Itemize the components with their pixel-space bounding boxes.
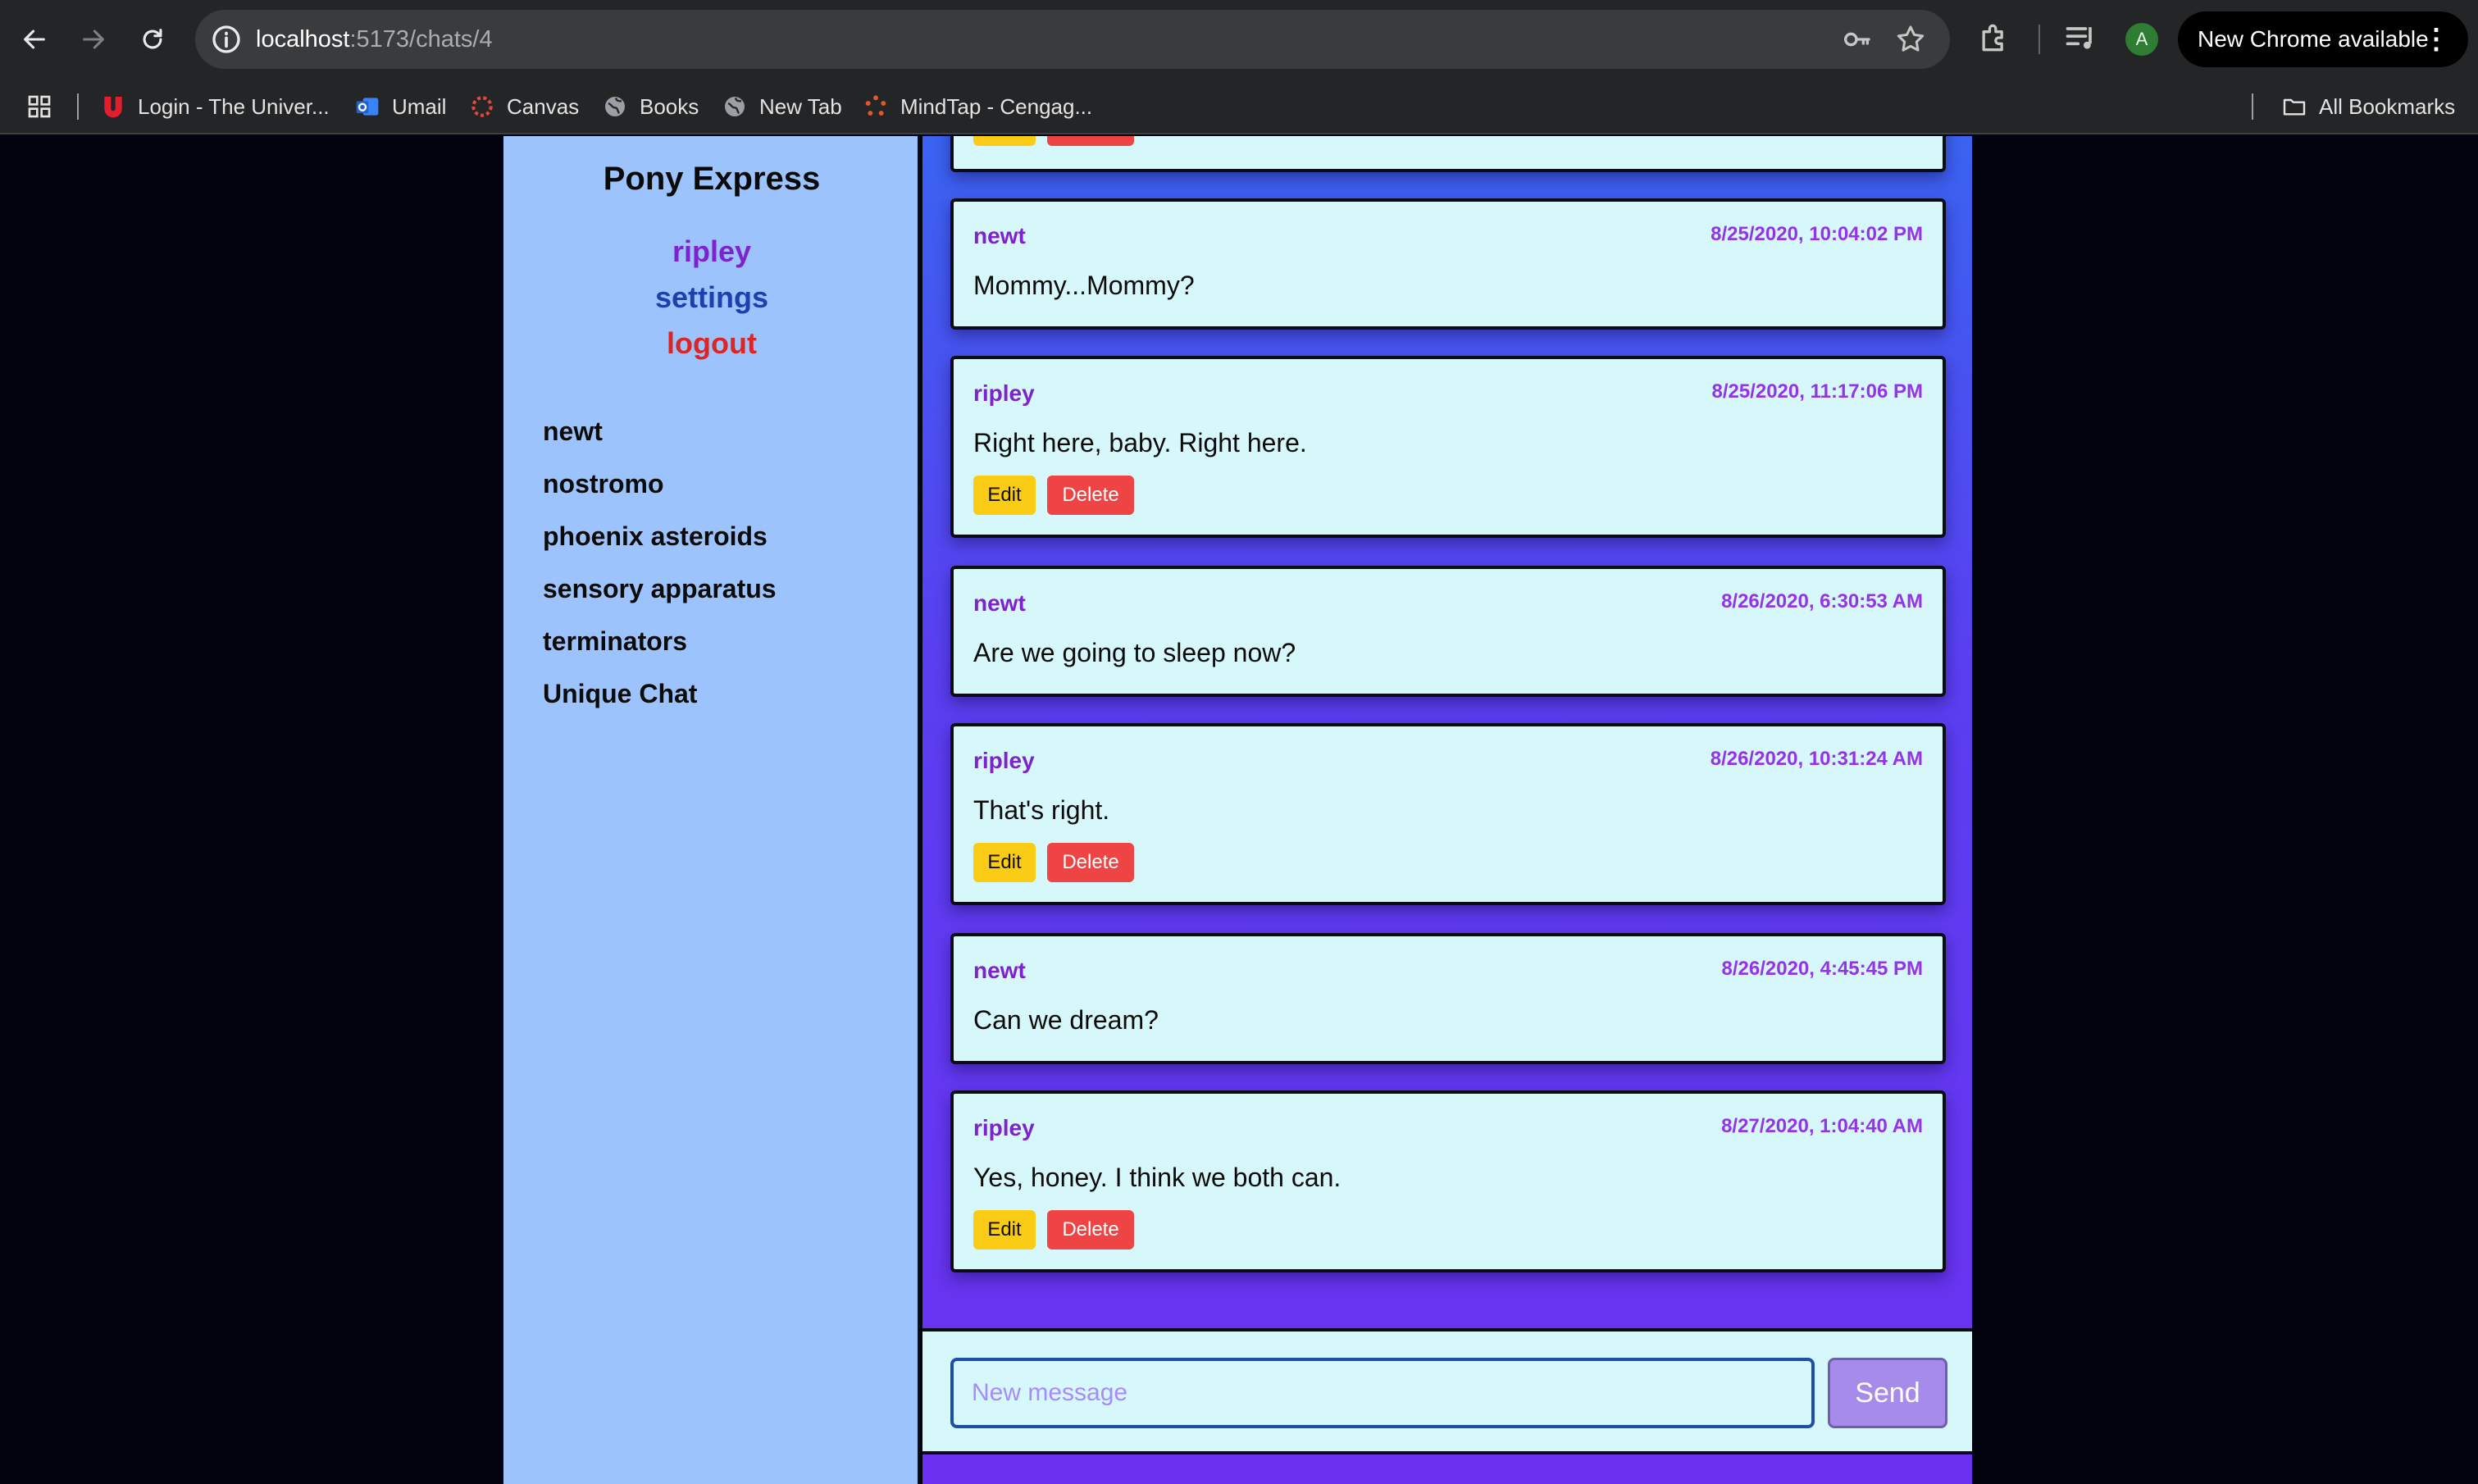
password-key-icon[interactable] [1840,23,1873,56]
delete-button[interactable]: Delete [1047,476,1134,515]
message-text: Mommy...Mommy? [973,271,1195,300]
edit-button[interactable]: Edit [973,843,1036,882]
url-host: localhost [256,26,350,52]
chat-list: newt nostromo phoenix asteroids sensory … [543,405,777,720]
university-logo-icon [100,93,126,120]
all-bookmarks-button[interactable]: All Bookmarks [2281,79,2455,134]
message-text: Right here, baby. Right here. [973,428,1307,457]
message-text: That's right. [973,795,1110,825]
settings-link[interactable]: settings [503,280,920,315]
bookmark-label: Login - The Univer... [138,93,330,119]
message-card: newt 8/25/2020, 10:04:02 PM Mommy...Momm… [950,198,1946,330]
message-card: newt 8/26/2020, 6:30:53 AM Are we going … [950,566,1946,697]
back-icon[interactable] [11,16,57,62]
apps-grid-icon[interactable] [26,79,52,134]
chrome-update-button[interactable]: New Chrome available ⋮ [2178,11,2468,67]
browser-toolbar: localhost:5173/chats/4 A New Chrome avai… [0,0,2478,79]
message-timestamp: 8/26/2020, 10:31:24 AM [1710,748,1923,770]
message-author: ripley [973,380,1035,406]
message-author: newt [973,590,1026,616]
message-author: newt [973,223,1026,248]
message-timestamp: 8/25/2020, 11:17:06 PM [1711,380,1923,403]
bookmarks-divider [2252,93,2253,120]
chat-item-unique-chat[interactable]: Unique Chat [543,667,777,720]
bookmark-label: Canvas [507,93,580,119]
bookmark-label: Umail [392,93,447,119]
edit-button[interactable]: Edit [973,476,1036,515]
forward-icon[interactable] [71,16,116,62]
bookmark-canvas[interactable]: Canvas [469,79,579,134]
message-author: newt [973,958,1026,983]
url-path: :5173/chats/4 [349,26,493,52]
address-bar[interactable]: localhost:5173/chats/4 [195,10,1950,69]
bookmark-label: Books [640,93,699,119]
new-message-input[interactable] [950,1358,1815,1428]
chat-item-phoenix-asteroids[interactable]: phoenix asteroids [543,510,777,562]
send-button[interactable]: Send [1828,1358,1947,1428]
globe-icon [722,93,748,120]
edit-button[interactable]: Edit [973,1210,1036,1250]
folder-icon [2281,93,2307,120]
bookmark-new-tab[interactable]: New Tab [722,79,842,134]
message-text: Can we dream? [973,1005,1159,1035]
bookmark-books[interactable]: Books [602,79,699,134]
page-viewport: Pony Express ripley settings logout newt… [0,136,2478,1484]
message-card: Edit Delete [950,136,1946,172]
message-text: Yes, honey. I think we both can. [973,1163,1341,1192]
message-card: ripley 8/25/2020, 11:17:06 PM Right here… [950,356,1946,538]
toolbar-divider [2038,25,2040,54]
all-bookmarks-label: All Bookmarks [2319,93,2456,119]
message-card: newt 8/26/2020, 4:45:45 PM Can we dream? [950,933,1946,1064]
message-card: ripley 8/26/2020, 10:31:24 AM That's rig… [950,723,1946,905]
message-text: Are we going to sleep now? [973,638,1296,667]
message-composer: Send [922,1328,1972,1454]
globe-icon [602,93,628,120]
reload-icon[interactable] [130,16,175,62]
mindtap-logo-icon [863,93,889,120]
chat-item-nostromo[interactable]: nostromo [543,457,777,510]
profile-avatar[interactable]: A [2125,23,2158,56]
chrome-update-label: New Chrome available [2198,26,2429,52]
message-author: ripley [973,748,1035,773]
message-card: ripley 8/27/2020, 1:04:40 AM Yes, honey.… [950,1090,1946,1272]
message-timestamp: 8/26/2020, 4:45:45 PM [1721,958,1924,980]
extensions-icon[interactable] [1976,20,2012,56]
user-link[interactable]: ripley [503,234,920,269]
message-timestamp: 8/26/2020, 6:30:53 AM [1721,590,1923,612]
delete-button[interactable]: Delete [1047,843,1134,882]
delete-button[interactable]: Delete [1047,136,1134,146]
message-timestamp: 8/27/2020, 1:04:40 AM [1721,1115,1923,1137]
edit-button[interactable]: Edit [973,136,1036,146]
bookmark-umail[interactable]: Umail [354,79,446,134]
bookmark-label: New Tab [759,93,842,119]
chat-item-terminators[interactable]: terminators [543,615,777,667]
message-pane: Edit Delete newt 8/25/2020, 10:04:02 PM … [922,136,1972,1484]
sidebar: Pony Express ripley settings logout newt… [503,136,920,1484]
more-vert-icon[interactable]: ⋮ [2422,11,2450,67]
url-text: localhost:5173/chats/4 [256,10,493,69]
logout-link[interactable]: logout [503,326,920,361]
chat-item-sensory-apparatus[interactable]: sensory apparatus [543,562,777,615]
chat-item-newt[interactable]: newt [543,405,777,457]
message-timestamp: 8/25/2020, 10:04:02 PM [1710,223,1923,245]
bookmark-login[interactable]: Login - The Univer... [100,79,330,134]
bookmark-mindtap[interactable]: MindTap - Cengag... [863,79,1092,134]
message-author: ripley [973,1115,1035,1140]
bookmark-star-icon[interactable] [1894,23,1927,56]
site-info-icon[interactable] [210,23,243,56]
media-controls-icon[interactable] [2063,20,2099,56]
bookmark-label: MindTap - Cengag... [900,93,1093,119]
bookmarks-bar: Login - The Univer... Umail Canvas Books… [0,79,2478,134]
canvas-logo-icon [469,93,495,120]
delete-button[interactable]: Delete [1047,1210,1134,1250]
outlook-icon [354,93,380,120]
app-title: Pony Express [603,161,821,197]
bookmarks-divider [77,93,79,120]
